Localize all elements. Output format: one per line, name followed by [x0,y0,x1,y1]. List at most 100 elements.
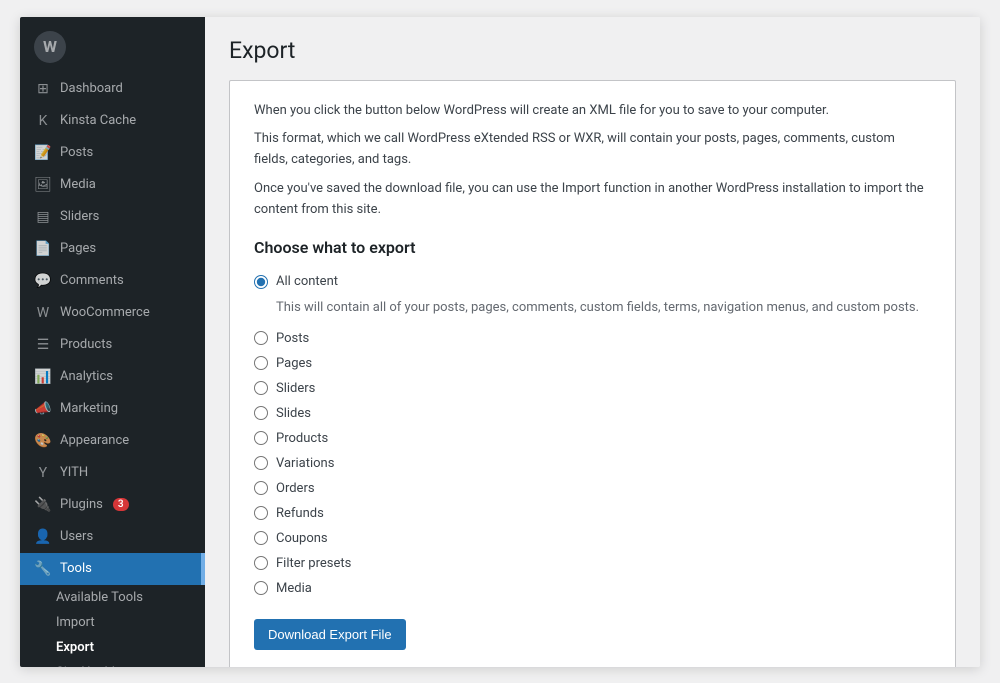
radio-products[interactable]: Products [254,426,931,451]
sidebar-item-label-appearance: Appearance [60,433,129,448]
sidebar-item-label-products: Products [60,337,112,352]
desc-1: When you click the button below WordPres… [254,101,931,122]
tools-icon: 🔧 [34,560,52,578]
radio-media-label: Media [276,581,312,596]
sidebar-item-label-marketing: Marketing [60,401,118,416]
media-icon: 🖼 [34,176,52,194]
radio-slides-input[interactable] [254,406,268,420]
radio-variations[interactable]: Variations [254,451,931,476]
radio-posts-input[interactable] [254,331,268,345]
radio-pages-input[interactable] [254,356,268,370]
sidebar-logo: W [20,17,205,73]
radio-media-input[interactable] [254,581,268,595]
radio-filter-presets-label: Filter presets [276,556,351,571]
sidebar-item-media[interactable]: 🖼 Media [20,169,205,201]
sidebar: W ⊞Dashboard K Kinsta Cache 📝 Posts 🖼 Media ▤ Sl… [20,17,205,667]
radio-slides[interactable]: Slides [254,401,931,426]
radio-products-label: Products [276,431,328,446]
kinsta-cache-icon: K [34,112,52,130]
sidebar-item-label-pages: Pages [60,241,96,256]
plugins-icon: 🔌 [34,496,52,514]
sidebar-item-marketing[interactable]: 📣Marketing [20,393,205,425]
content-card: When you click the button below WordPres… [229,80,956,667]
sidebar-item-yith[interactable]: Y YITH [20,457,205,489]
section-heading: Choose what to export [254,238,931,257]
radio-filter-presets[interactable]: Filter presets [254,551,931,576]
sidebar-item-label-tools: Tools [60,561,92,576]
radio-options-list: Posts Pages Sliders Slides Products Variation… [254,326,931,601]
wp-logo-icon: W [34,31,66,63]
sub-menu: Available ToolsImportExportSite HealthEx… [20,585,205,667]
sidebar-item-sliders[interactable]: ▤ Sliders [20,201,205,233]
sidebar-item-label-plugins: Plugins [60,497,103,512]
radio-refunds-label: Refunds [276,506,324,521]
sidebar-item-dashboard[interactable]: ⊞Dashboard [20,73,205,105]
radio-media[interactable]: Media [254,576,931,601]
main-content: Export When you click the button below W… [205,17,980,667]
sub-menu-item-export[interactable]: Export [20,635,205,660]
sidebar-menu: ⊞Dashboard K Kinsta Cache 📝 Posts 🖼 Media ▤ Slid… [20,73,205,585]
radio-all-content-label: All content [276,274,338,289]
sidebar-item-tools[interactable]: 🔧 Tools [20,553,205,585]
sidebar-item-plugins[interactable]: 🔌Plugins3 [20,489,205,521]
radio-sliders[interactable]: Sliders [254,376,931,401]
radio-orders[interactable]: Orders [254,476,931,501]
yith-icon: Y [34,464,52,482]
sidebar-item-analytics[interactable]: 📊 Analytics [20,361,205,393]
radio-sliders-input[interactable] [254,381,268,395]
radio-filter-presets-input[interactable] [254,556,268,570]
pages-icon: 📄 [34,240,52,258]
sub-menu-item-import[interactable]: Import [20,610,205,635]
sliders-icon: ▤ [34,208,52,226]
radio-refunds-input[interactable] [254,506,268,520]
sidebar-item-pages[interactable]: 📄 Pages [20,233,205,265]
radio-posts[interactable]: Posts [254,326,931,351]
radio-variations-label: Variations [276,456,334,471]
sidebar-item-products[interactable]: ☰ Products [20,329,205,361]
radio-group: All content This will contain all of you… [254,269,931,601]
sidebar-item-label-analytics: Analytics [60,369,113,384]
radio-orders-label: Orders [276,481,315,496]
sidebar-item-appearance[interactable]: 🎨Appearance [20,425,205,457]
posts-icon: 📝 [34,144,52,162]
sidebar-item-label-users: Users [60,529,93,544]
sub-menu-item-site-health[interactable]: Site Health [20,660,205,667]
radio-all-content-input[interactable] [254,275,268,289]
radio-orders-input[interactable] [254,481,268,495]
download-export-button[interactable]: Download Export File [254,619,406,650]
radio-all-content[interactable]: All content [254,269,931,294]
radio-refunds[interactable]: Refunds [254,501,931,526]
radio-coupons-input[interactable] [254,531,268,545]
radio-variations-input[interactable] [254,456,268,470]
sidebar-item-label-posts: Posts [60,145,93,160]
sub-menu-item-available-tools[interactable]: Available Tools [20,585,205,610]
radio-posts-label: Posts [276,331,309,346]
radio-coupons-label: Coupons [276,531,328,546]
sidebar-item-label-woocommerce: WooCommerce [60,305,150,320]
products-icon: ☰ [34,336,52,354]
wp-window: W ⊞Dashboard K Kinsta Cache 📝 Posts 🖼 Media ▤ Sl… [20,17,980,667]
page-title: Export [229,37,956,64]
sidebar-item-label-media: Media [60,177,96,192]
radio-products-input[interactable] [254,431,268,445]
sidebar-item-posts[interactable]: 📝 Posts [20,137,205,169]
comments-icon: 💬 [34,272,52,290]
sidebar-item-label-yith: YITH [60,465,88,480]
desc-3: Once you've saved the download file, you… [254,179,931,221]
sidebar-item-label-sliders: Sliders [60,209,99,224]
radio-pages[interactable]: Pages [254,351,931,376]
radio-slides-label: Slides [276,406,311,421]
analytics-icon: 📊 [34,368,52,386]
sidebar-item-comments[interactable]: 💬 Comments [20,265,205,297]
sidebar-item-kinsta-cache[interactable]: K Kinsta Cache [20,105,205,137]
sidebar-item-woocommerce[interactable]: W WooCommerce [20,297,205,329]
sidebar-item-label-comments: Comments [60,273,124,288]
dashboard-icon: ⊞ [34,80,52,98]
radio-coupons[interactable]: Coupons [254,526,931,551]
woocommerce-icon: W [34,304,52,322]
sidebar-item-users[interactable]: 👤 Users [20,521,205,553]
sidebar-item-label-kinsta-cache: Kinsta Cache [60,113,136,128]
radio-sliders-label: Sliders [276,381,315,396]
radio-pages-label: Pages [276,356,312,371]
users-icon: 👤 [34,528,52,546]
